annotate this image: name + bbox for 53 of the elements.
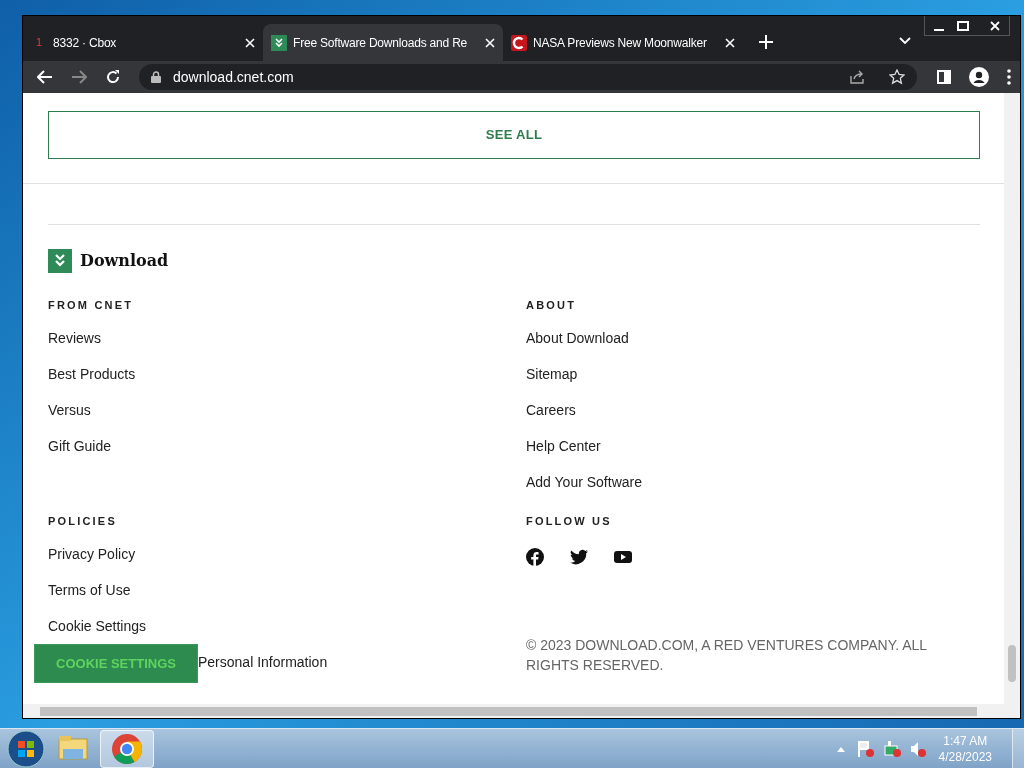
twitter-bird-icon[interactable] (570, 548, 588, 566)
footer-link[interactable]: Gift Guide (48, 436, 112, 456)
download-logo-icon (48, 249, 72, 273)
copyright-text: © 2023 DOWNLOAD.COM, A RED VENTURES COMPANY. ALL RIGHTS RESERVED. (526, 636, 928, 675)
close-icon[interactable] (725, 37, 735, 48)
browser-tab[interactable]: 1 8332 · Cbox (23, 24, 263, 61)
footer-link[interactable]: Help Center (526, 436, 601, 456)
reload-icon[interactable] (105, 69, 121, 85)
see-all-button[interactable]: SEE ALL (48, 111, 980, 159)
back-arrow-icon[interactable] (37, 70, 53, 84)
browser-tab[interactable]: Free Software Downloads and Re (263, 24, 503, 61)
c-letter-icon (511, 34, 527, 51)
chevron-down-icon[interactable] (899, 37, 911, 45)
action-center-flag-icon[interactable] (856, 739, 875, 758)
forward-arrow-icon[interactable] (71, 70, 87, 84)
vertical-scrollbar[interactable] (1004, 93, 1020, 704)
footer-link[interactable]: Cookie Settings (48, 616, 147, 636)
footer-link[interactable]: Terms of Use (48, 580, 131, 600)
side-panel-icon[interactable] (937, 70, 951, 84)
network-icon[interactable] (882, 739, 901, 758)
close-icon[interactable] (245, 37, 255, 48)
footer-link[interactable]: Sitemap (526, 364, 578, 384)
section-heading: POLICIES (48, 514, 118, 529)
horizontal-scrollbar[interactable] (23, 704, 1020, 718)
section-heading: ABOUT (526, 298, 578, 313)
footer-link[interactable]: Personal Information (198, 652, 328, 672)
download-logo-icon (271, 34, 287, 51)
footer-link[interactable]: Versus (48, 400, 91, 420)
footer-link[interactable]: Add Your Software (526, 472, 642, 492)
youtube-icon[interactable] (614, 548, 632, 566)
taskbar-button[interactable] (100, 729, 154, 768)
tab-favicon: 1 (34, 35, 44, 51)
plus-icon[interactable] (759, 35, 773, 49)
maximize-icon[interactable] (957, 19, 969, 32)
browser-tab[interactable]: NASA Previews New Moonwalker (503, 24, 743, 61)
address-bar[interactable]: download.cnet.com (139, 64, 917, 90)
more-menu-icon[interactable] (1007, 69, 1011, 85)
share-icon[interactable] (849, 70, 865, 84)
footer-link[interactable]: Careers (526, 400, 576, 420)
star-icon[interactable] (889, 69, 905, 85)
footer-link[interactable]: Best Products (48, 364, 136, 384)
lock-icon (151, 71, 161, 83)
windows-start-icon[interactable] (6, 728, 46, 768)
close-icon[interactable] (485, 37, 495, 48)
close-icon[interactable] (989, 19, 1001, 32)
profile-icon[interactable] (969, 67, 989, 87)
section-heading: FOLLOW US (526, 514, 613, 529)
footer-link[interactable]: About Download (526, 328, 629, 348)
logo-text: Download (80, 250, 169, 272)
footer-link[interactable]: Privacy Policy (48, 544, 136, 564)
section-heading: FROM CNET (48, 298, 135, 313)
facebook-icon[interactable] (526, 548, 544, 566)
footer-link[interactable]: Reviews (48, 328, 101, 348)
